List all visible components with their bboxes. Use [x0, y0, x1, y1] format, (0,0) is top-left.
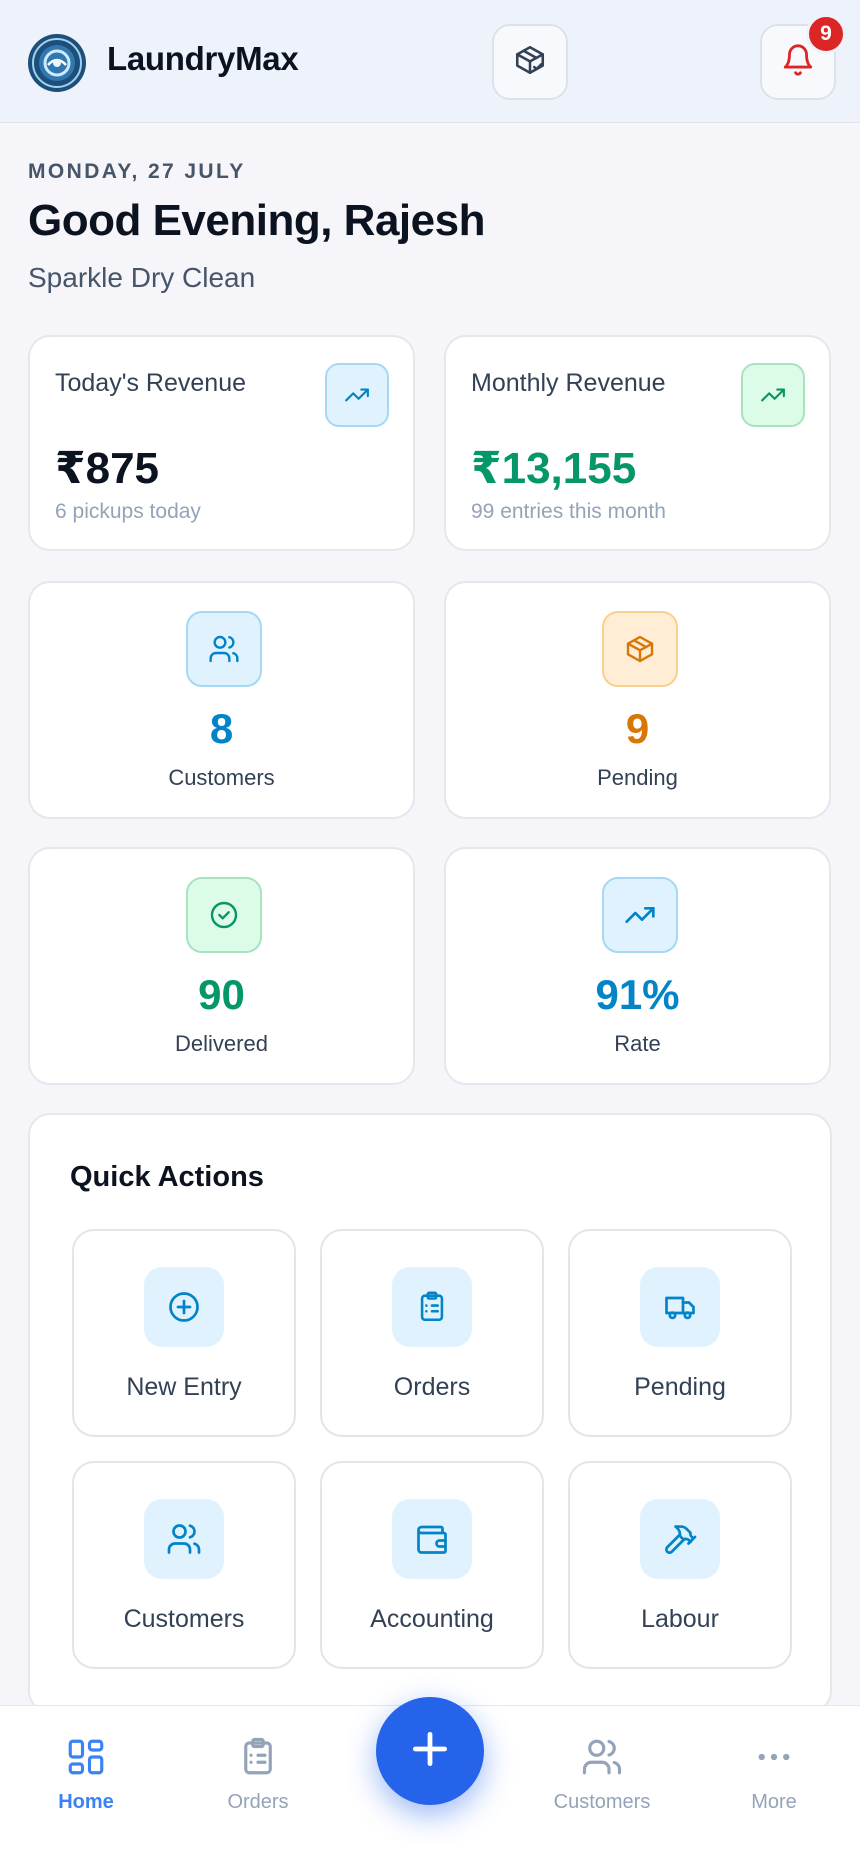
greeting-title: Good Evening, Rajesh [28, 196, 485, 245]
stat-card-rate[interactable]: 91% Rate [444, 847, 831, 1085]
grid-icon [65, 1739, 107, 1782]
stat-label: Rate [614, 1031, 661, 1056]
monthly-revenue-sub: 99 entries this month [471, 500, 666, 523]
nav-customers[interactable]: Customers [537, 1736, 667, 1814]
stat-label: Pending [597, 765, 678, 790]
trending-up-icon [602, 877, 678, 953]
plus-circle-icon [144, 1267, 224, 1347]
action-label: Customers [123, 1605, 245, 1633]
stat-value: 8 [209, 705, 234, 752]
current-date: MONDAY, 27 JULY [28, 160, 246, 183]
notification-badge: 9 [806, 14, 846, 54]
todays-revenue-label: Today's Revenue [55, 369, 247, 397]
notifications-button[interactable]: 9 [760, 14, 846, 100]
todays-revenue-sub: 6 pickups today [55, 500, 201, 523]
clipboard-list-icon [392, 1267, 472, 1347]
action-label: Accounting [370, 1605, 494, 1633]
package-icon [602, 611, 678, 687]
stat-value: 9 [625, 705, 650, 752]
stat-value: 90 [198, 971, 245, 1018]
action-orders[interactable]: Orders [320, 1229, 544, 1437]
quick-actions-title: Quick Actions [70, 1161, 264, 1193]
users-icon [144, 1499, 224, 1579]
clipboard-icon [237, 1737, 279, 1782]
action-label: Labour [641, 1605, 719, 1633]
quick-actions-panel: Quick Actions New Entry Orders Pending C… [28, 1113, 832, 1713]
monthly-revenue-card[interactable]: Monthly Revenue ₹13,155 99 entries this … [444, 335, 831, 551]
package-check-button[interactable] [492, 24, 568, 100]
nav-more[interactable]: More [709, 1736, 839, 1814]
monthly-revenue-value: ₹13,155 [471, 444, 637, 493]
app-title: LaundryMax [107, 40, 299, 77]
stat-card-pending[interactable]: 9 Pending [444, 581, 831, 819]
action-customers[interactable]: Customers [72, 1461, 296, 1669]
stat-card-delivered[interactable]: 90 Delivered [28, 847, 415, 1085]
action-label: New Entry [126, 1373, 242, 1401]
shop-name: Sparkle Dry Clean [28, 262, 256, 293]
check-circle-icon [186, 877, 262, 953]
action-pending[interactable]: Pending [568, 1229, 792, 1437]
monthly-revenue-label: Monthly Revenue [471, 369, 666, 397]
trending-up-icon [325, 363, 389, 427]
wallet-icon [392, 1499, 472, 1579]
hammer-icon [640, 1499, 720, 1579]
todays-revenue-card[interactable]: Today's Revenue ₹875 6 pickups today [28, 335, 415, 551]
nav-label: More [751, 1791, 797, 1813]
plus-icon [408, 1727, 452, 1776]
todays-revenue-value: ₹875 [55, 444, 160, 493]
nav-label: Home [58, 1791, 114, 1813]
bell-icon [781, 43, 815, 82]
action-label: Orders [393, 1373, 471, 1401]
logo-icon [26, 32, 88, 94]
action-new-entry[interactable]: New Entry [72, 1229, 296, 1437]
stat-label: Delivered [175, 1031, 268, 1056]
stat-value: 91% [595, 971, 680, 1018]
action-labour[interactable]: Labour [568, 1461, 792, 1669]
nav-label: Orders [227, 1791, 289, 1813]
truck-icon [640, 1267, 720, 1347]
nav-orders[interactable]: Orders [193, 1736, 323, 1814]
stat-card-customers[interactable]: 8 Customers [28, 581, 415, 819]
more-horizontal-icon [753, 1753, 795, 1782]
action-accounting[interactable]: Accounting [320, 1461, 544, 1669]
users-icon [186, 611, 262, 687]
users-icon [581, 1739, 623, 1782]
add-entry-fab[interactable] [376, 1697, 484, 1805]
trending-up-icon [741, 363, 805, 427]
nav-home[interactable]: Home [21, 1736, 151, 1814]
nav-label: Customers [553, 1791, 651, 1813]
package-check-icon [513, 43, 547, 82]
action-label: Pending [634, 1373, 726, 1401]
stat-label: Customers [168, 765, 275, 790]
top-bar: LaundryMax 9 [0, 0, 860, 123]
